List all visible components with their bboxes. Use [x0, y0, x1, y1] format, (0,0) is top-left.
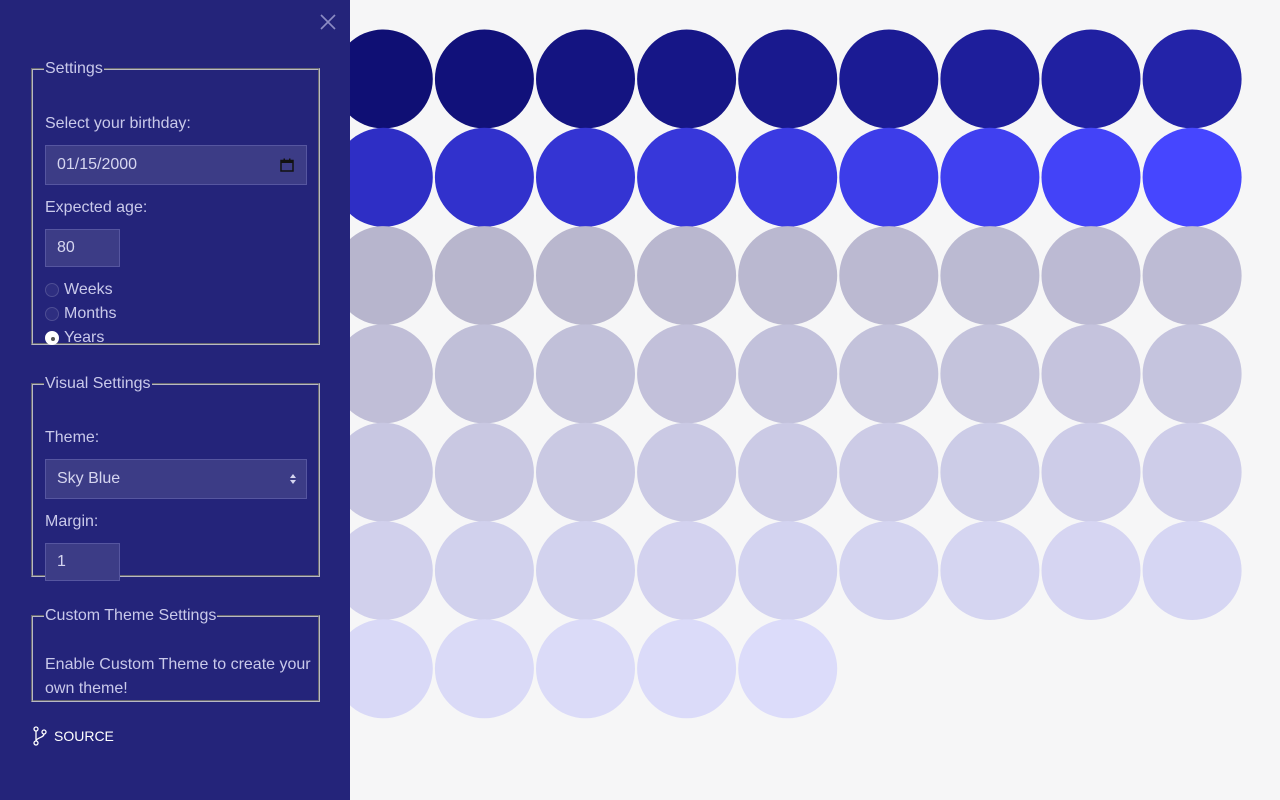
elapsed-unit-circle — [434, 127, 534, 227]
source-link[interactable]: SOURCE — [33, 726, 114, 746]
remaining-unit-circle — [1142, 422, 1242, 522]
elapsed-unit-circle — [434, 29, 534, 129]
remaining-unit-circle — [1142, 521, 1242, 620]
remaining-unit-circle — [637, 226, 737, 326]
visual-settings-fieldset: Visual Settings Theme: Sky Blue Margin: … — [31, 375, 320, 581]
expected-age-input[interactable]: 80 — [45, 229, 120, 267]
margin-input[interactable]: 1 — [45, 543, 120, 581]
custom-theme-text: Enable Custom Theme to create your own t… — [45, 656, 311, 697]
expected-age-value: 80 — [57, 239, 75, 256]
birthday-label: Select your birthday: — [45, 115, 191, 132]
elapsed-unit-circle — [738, 29, 838, 129]
theme-select[interactable]: Sky Blue — [45, 459, 307, 499]
theme-label: Theme: — [45, 429, 100, 446]
elapsed-unit-circle — [1142, 127, 1242, 227]
remaining-unit-circle — [536, 521, 635, 620]
remaining-unit-circle — [839, 521, 939, 620]
radio-button[interactable] — [45, 307, 59, 321]
remaining-unit-circle — [434, 324, 534, 424]
remaining-unit-circle — [637, 324, 737, 424]
remaining-unit-circle — [536, 226, 635, 326]
remaining-unit-circle — [1142, 324, 1242, 424]
remaining-unit-circle — [434, 422, 534, 522]
radio-label: Weeks — [64, 281, 113, 298]
elapsed-unit-circle — [738, 127, 838, 227]
radio-label: Months — [64, 305, 117, 322]
remaining-unit-circle — [536, 422, 635, 522]
remaining-unit-circle — [1041, 422, 1141, 522]
remaining-unit-circle — [637, 422, 737, 522]
theme-value: Sky Blue — [57, 470, 121, 487]
custom-theme-fieldset: Custom Theme Settings Enable Custom Them… — [31, 607, 320, 702]
remaining-unit-circle — [536, 324, 635, 424]
elapsed-unit-circle — [940, 127, 1040, 227]
remaining-unit-circle — [940, 422, 1040, 522]
settings-sidebar: Settings Select your birthday: 01/15/200… — [0, 0, 350, 800]
elapsed-unit-circle — [839, 127, 939, 227]
remaining-unit-circle — [637, 619, 737, 719]
visual-settings-legend: Visual Settings — [45, 375, 151, 392]
radio-button[interactable] — [45, 283, 59, 297]
settings-fieldset: Settings Select your birthday: 01/15/200… — [31, 60, 320, 347]
radio-button[interactable] — [45, 331, 59, 345]
custom-theme-legend: Custom Theme Settings — [45, 607, 217, 624]
remaining-unit-circle — [839, 226, 939, 326]
remaining-unit-circle — [1041, 324, 1141, 424]
remaining-unit-circle — [839, 422, 939, 522]
close-icon[interactable] — [318, 12, 338, 32]
elapsed-unit-circle — [536, 127, 635, 227]
remaining-unit-circle — [839, 324, 939, 424]
elapsed-unit-circle — [1041, 127, 1141, 227]
birthday-value: 01/15/2000 — [57, 156, 138, 173]
elapsed-unit-circle — [536, 29, 635, 129]
remaining-unit-circle — [940, 324, 1040, 424]
margin-value: 1 — [57, 553, 66, 570]
select-arrows-icon — [290, 474, 296, 484]
remaining-unit-circle — [940, 521, 1040, 620]
elapsed-unit-circle — [637, 29, 737, 129]
remaining-unit-circle — [738, 619, 838, 719]
elapsed-unit-circle — [1041, 29, 1141, 129]
remaining-unit-circle — [1041, 521, 1141, 620]
birthday-input[interactable]: 01/15/2000 — [45, 145, 307, 185]
elapsed-unit-circle — [637, 127, 737, 227]
settings-legend: Settings — [45, 60, 103, 77]
remaining-unit-circle — [940, 226, 1040, 326]
elapsed-unit-circle — [839, 29, 939, 129]
elapsed-unit-circle — [1142, 29, 1242, 129]
remaining-unit-circle — [738, 422, 838, 522]
remaining-unit-circle — [1041, 226, 1141, 326]
remaining-unit-circle — [434, 521, 534, 620]
remaining-unit-circle — [536, 619, 635, 719]
remaining-unit-circle — [738, 226, 838, 326]
git-branch-icon — [33, 726, 47, 746]
unit-radio-months[interactable]: Months — [45, 305, 116, 323]
elapsed-unit-circle — [940, 29, 1040, 129]
expected-age-label: Expected age: — [45, 199, 148, 216]
margin-label: Margin: — [45, 513, 99, 530]
remaining-unit-circle — [434, 619, 534, 719]
remaining-unit-circle — [738, 324, 838, 424]
unit-radio-weeks[interactable]: Weeks — [45, 281, 113, 299]
remaining-unit-circle — [637, 521, 737, 620]
source-label: SOURCE — [54, 728, 114, 744]
remaining-unit-circle — [738, 521, 838, 620]
remaining-unit-circle — [1142, 226, 1242, 326]
remaining-unit-circle — [434, 226, 534, 326]
unit-radio-years[interactable]: Years — [45, 329, 104, 347]
calendar-icon[interactable] — [280, 158, 294, 172]
radio-label: Years — [64, 329, 105, 346]
